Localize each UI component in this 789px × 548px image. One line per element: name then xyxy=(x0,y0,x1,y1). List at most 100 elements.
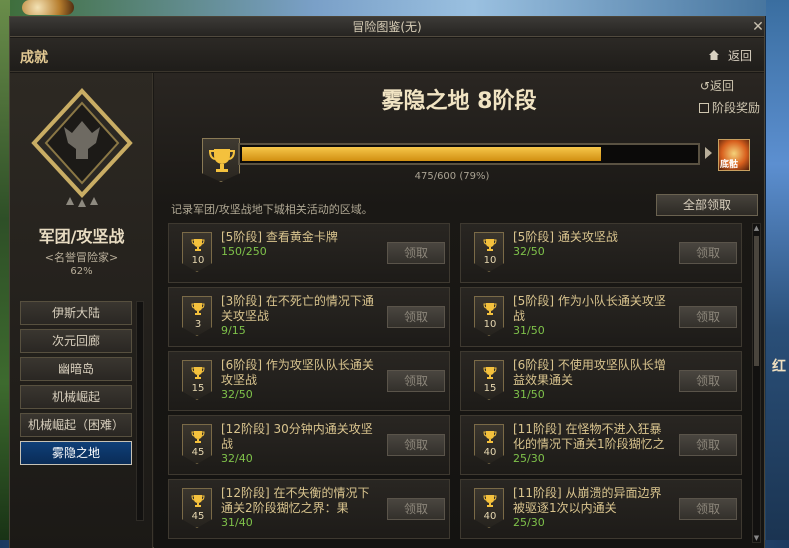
trophy-icon xyxy=(191,495,205,507)
achievement-points: 45 xyxy=(191,447,205,458)
stage-item-5[interactable]: 机械崛起（困难） xyxy=(20,413,132,437)
achievement-points: 10 xyxy=(483,255,497,266)
gift-icon xyxy=(698,103,709,113)
achievement-progress: 25/30 xyxy=(513,516,545,529)
achievement-scrollbar[interactable]: ▲ ▼ xyxy=(752,223,761,543)
achievement-progress: 32/50 xyxy=(513,245,545,258)
achievement-card: 10 [5阶段] 查看黄金卡牌 150/250 领取 xyxy=(168,223,450,283)
reward-item-label: 底骷 xyxy=(720,160,739,170)
achievement-points: 15 xyxy=(483,383,497,394)
game-background-right xyxy=(766,0,789,548)
claim-button[interactable]: 领取 xyxy=(679,306,737,328)
achievement-card: 45 [12阶段] 在不失衡的情况下通关2阶段猢忆之界：果 31/40 领取 xyxy=(168,479,450,539)
achievement-title: [3阶段] 在不死亡的情况下通关攻坚战 xyxy=(221,294,374,323)
achievement-badge: 10 xyxy=(474,232,504,272)
achievement-badge: 45 xyxy=(182,424,212,464)
achievement-progress: 32/40 xyxy=(221,452,253,465)
scrollbar-thumb[interactable] xyxy=(754,236,759,366)
stage-reward-button[interactable]: 阶段奖励 xyxy=(698,99,760,116)
trophy-icon xyxy=(483,239,497,251)
close-icon[interactable]: ✕ xyxy=(750,19,766,35)
achievement-title: [5阶段] 查看黄金卡牌 xyxy=(221,230,338,244)
stage-item-6[interactable]: 雾隐之地 xyxy=(20,441,132,465)
main-back-button[interactable]: ↺返回 xyxy=(700,77,734,94)
achievement-badge: 40 xyxy=(474,488,504,528)
game-ornament xyxy=(22,0,74,15)
claim-button[interactable]: 领取 xyxy=(679,434,737,456)
achievement-grid: 10 [5阶段] 查看黄金卡牌 150/250 领取 10 [5阶段] 通关攻坚战 32/5… xyxy=(168,223,752,543)
background-text: 红 xyxy=(772,359,786,375)
achievement-title: [12阶段] 30分钟内通关攻坚战 xyxy=(221,422,373,451)
stage-item-1[interactable]: 伊斯大陆 xyxy=(20,301,132,325)
stage-item-3[interactable]: 幽暗岛 xyxy=(20,357,132,381)
achievement-card: 10 [5阶段] 通关攻坚战 32/50 领取 xyxy=(460,223,742,283)
stage-item-4[interactable]: 机械崛起 xyxy=(20,385,132,409)
stage-list-scrollbar[interactable] xyxy=(136,301,144,521)
stage-reward-label: 阶段奖励 xyxy=(711,101,760,115)
achievement-points: 10 xyxy=(191,255,205,266)
header-back-button[interactable]: 返回 xyxy=(708,47,752,64)
trophy-icon xyxy=(191,431,205,443)
claim-button[interactable]: 领取 xyxy=(387,434,445,456)
achievement-badge: 10 xyxy=(182,232,212,272)
achievement-badge: 45 xyxy=(182,488,212,528)
achievement-card: 10 [5阶段] 作为小队长通关攻坚战 31/50 领取 xyxy=(460,287,742,347)
achievement-points: 40 xyxy=(483,511,497,522)
window-title: 冒险图鉴(无) xyxy=(352,20,422,34)
scroll-down-icon[interactable]: ▼ xyxy=(753,534,760,542)
achievement-card: 3 [3阶段] 在不死亡的情况下通关攻坚战 9/15 领取 xyxy=(168,287,450,347)
stage-reward-item[interactable]: 底骷 xyxy=(718,139,750,171)
rank-percent: 62% xyxy=(70,266,93,277)
claim-all-button[interactable]: 全部领取 xyxy=(656,194,758,216)
claim-button[interactable]: 领取 xyxy=(387,306,445,328)
claim-button[interactable]: 领取 xyxy=(679,242,737,264)
stage-progress-bar xyxy=(238,143,700,165)
claim-button[interactable]: 领取 xyxy=(387,498,445,520)
achievement-title: [5阶段] 作为小队长通关攻坚战 xyxy=(513,294,666,323)
achievement-progress: 31/50 xyxy=(513,388,545,401)
progress-arrow-icon xyxy=(705,147,712,159)
stage-list: 伊斯大陆 次元回廊 幽暗岛 机械崛起 机械崛起（困难） 雾隐之地 xyxy=(20,301,146,469)
claim-button[interactable]: 领取 xyxy=(387,370,445,392)
claim-button[interactable]: 领取 xyxy=(387,242,445,264)
achievement-points: 40 xyxy=(483,447,497,458)
trophy-icon xyxy=(483,431,497,443)
dungeon-name: 军团/攻坚战 xyxy=(38,227,125,246)
home-icon xyxy=(708,50,719,60)
achievement-title: [6阶段] 不使用攻坚队队长增益效果通关 xyxy=(513,358,666,387)
stage-title: 雾隐之地 8阶段 xyxy=(381,89,537,114)
achievement-card: 15 [6阶段] 作为攻坚队队长通关攻坚战 32/50 领取 xyxy=(168,351,450,411)
progress-text: 475/600 (79%) xyxy=(414,171,490,182)
claim-button[interactable]: 领取 xyxy=(679,498,737,520)
stage-item-2[interactable]: 次元回廊 xyxy=(20,329,132,353)
achievement-badge: 10 xyxy=(474,296,504,336)
achievement-title: [11阶段] 从崩溃的异面边界被驱逐1次以内通关 xyxy=(513,486,662,515)
achievement-card: 45 [12阶段] 30分钟内通关攻坚战 32/40 领取 xyxy=(168,415,450,475)
scroll-up-icon[interactable]: ▲ xyxy=(753,224,760,232)
achievement-badge: 15 xyxy=(474,360,504,400)
achievement-progress: 32/50 xyxy=(221,388,253,401)
achievement-badge: 15 xyxy=(182,360,212,400)
trophy-icon xyxy=(483,303,497,315)
stage-progress-fill xyxy=(242,147,601,161)
achievement-title: [6阶段] 作为攻坚队队长通关攻坚战 xyxy=(221,358,374,387)
achievement-title: [12阶段] 在不失衡的情况下通关2阶段猢忆之界：果 xyxy=(221,486,370,515)
header-back-label: 返回 xyxy=(727,49,752,63)
trophy-icon xyxy=(483,367,497,379)
stage-description: 记录军团/攻坚战地下城相关活动的区域。 xyxy=(171,203,373,216)
achievement-progress: 31/50 xyxy=(513,324,545,337)
achievement-card: 40 [11阶段] 从崩溃的异面边界被驱逐1次以内通关 25/30 领取 xyxy=(460,479,742,539)
adventure-codex-window: 冒险图鉴(无) ✕ 成就 返回 军团/攻坚战 <名誉冒险家> 62% 伊斯大陆 … xyxy=(9,16,765,548)
achievement-points: 10 xyxy=(483,319,497,330)
window-titlebar[interactable]: 冒险图鉴(无) ✕ xyxy=(10,17,764,37)
achievement-title: [11阶段] 在怪物不进入狂暴化的情况下通关1阶段猢忆之 xyxy=(513,422,665,451)
rank-title: <名誉冒险家> xyxy=(44,251,119,264)
main-panel: 雾隐之地 8阶段 ↺返回 阶段奖励 底骷 475/600 (79%) 记录军团/… xyxy=(154,73,764,548)
achievement-progress: 9/15 xyxy=(221,324,246,337)
trophy-icon xyxy=(191,367,205,379)
achievement-title: [5阶段] 通关攻坚战 xyxy=(513,230,618,244)
achievement-badge: 3 xyxy=(182,296,212,336)
dungeon-emblem-icon xyxy=(31,88,133,207)
achievement-progress: 150/250 xyxy=(221,245,267,258)
claim-button[interactable]: 领取 xyxy=(679,370,737,392)
